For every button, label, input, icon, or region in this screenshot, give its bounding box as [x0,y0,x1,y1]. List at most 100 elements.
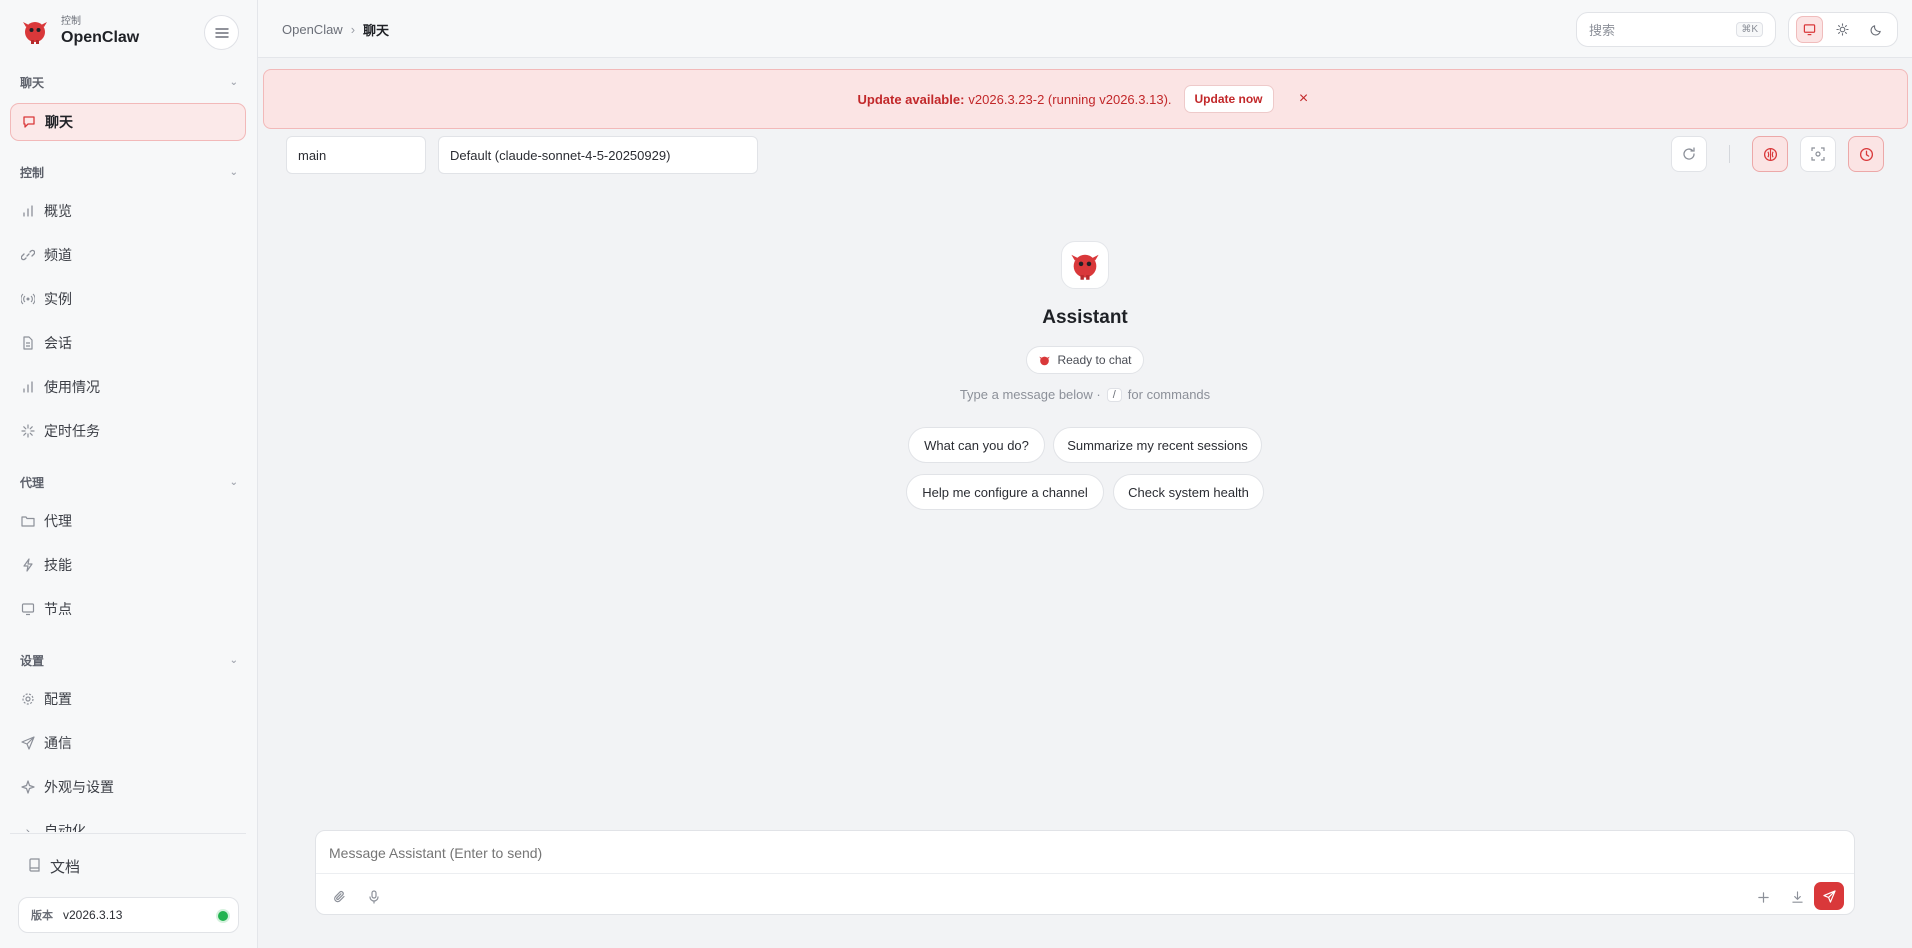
topbar: OpenClaw › 聊天 搜索 ⌘K [258,0,1912,58]
update-banner-version: v2026.3.23-2 (running v2026.3.13). [968,91,1172,107]
session-select[interactable]: main [286,136,426,174]
sidebar-item-label: 通信 [44,735,72,751]
suggestion-chip[interactable]: Help me configure a channel [906,474,1104,510]
attach-button[interactable] [327,884,353,910]
model-select[interactable]: Default (claude-sonnet-4-5-20250929) [438,136,758,174]
brand-name: OpenClaw [61,28,140,46]
new-session-button[interactable] [1750,884,1776,910]
bar-chart-icon [20,379,36,395]
sidebar-item-automation[interactable]: › 自动化 [10,812,246,832]
section-label: 代理 [20,475,45,490]
sidebar-divider [10,833,246,834]
sidebar-item-sessions[interactable]: 会话 [10,324,246,362]
sidebar-item-label: 定时任务 [44,423,100,439]
sidebar-item-label: 自动化 [44,823,86,832]
sidebar-item-communication[interactable]: 通信 [10,724,246,762]
microphone-icon [369,890,379,904]
clock-icon [1859,147,1873,161]
sidebar-item-config[interactable]: 配置 [10,680,246,718]
download-icon [1791,890,1803,903]
breadcrumb-root[interactable]: OpenClaw [282,22,343,37]
sidebar-item-label: 技能 [44,557,72,573]
brand[interactable]: 控制 OpenClaw [18,14,139,48]
send-button[interactable] [1814,882,1844,910]
update-banner: Update available: v2026.3.23-2 (running … [263,69,1908,129]
sidebar-item-chat[interactable]: 聊天 [10,103,246,141]
send-icon [20,735,36,751]
sidebar-item-label: 外观与设置 [44,779,114,795]
close-icon[interactable]: × [1294,90,1314,108]
download-button[interactable] [1784,884,1810,910]
assistant-avatar [1061,241,1109,289]
focus-icon [1811,147,1825,161]
hint-key: / [1106,387,1122,402]
folder-icon [20,513,36,529]
refresh-button[interactable] [1671,136,1707,172]
gear-icon [20,691,36,707]
sidebar-overflow-clip: › 自动化 [10,812,246,832]
section-label: 聊天 [20,75,45,90]
sidebar-item-label: 代理 [44,513,72,529]
suggestion-chip[interactable]: Summarize my recent sessions [1053,427,1262,463]
suggestion-chip[interactable]: Check system health [1113,474,1264,510]
theme-system-button[interactable] [1796,16,1824,43]
theme-light-button[interactable] [1829,16,1856,43]
sidebar-item-label: 聊天 [45,114,73,130]
status-text: Ready to chat [1057,353,1132,367]
sidebar-item-usage[interactable]: 使用情况 [10,368,246,406]
toolbar-divider [1729,145,1730,163]
history-button[interactable] [1848,136,1884,172]
version-label: 版本 [31,910,53,922]
bar-chart-icon [20,203,36,219]
sidebar-item-instances[interactable]: 实例 [10,280,246,318]
sidebar-item-skills[interactable]: 技能 [10,546,246,584]
assistant-title: Assistant [1042,307,1128,328]
search-input[interactable]: 搜索 ⌘K [1576,12,1776,47]
document-icon [20,335,36,351]
sidebar-item-channels[interactable]: 频道 [10,236,246,274]
sidebar-item-nodes[interactable]: 节点 [10,590,246,628]
openclaw-logo-icon [1071,254,1099,280]
section-label: 控制 [20,165,45,180]
voice-input-button[interactable] [361,884,387,910]
docs-label: 文档 [50,859,81,876]
status-badge: Ready to chat [1026,346,1144,374]
refresh-icon [1683,147,1695,160]
message-composer [315,830,1855,915]
theme-dark-button[interactable] [1863,16,1890,43]
version-value: v2026.3.13 [63,908,123,922]
send-icon [1822,889,1836,903]
sidebar-item-label: 会话 [44,335,72,351]
hint-after: for commands [1127,387,1211,402]
section-control[interactable]: 控制 ⌄ [20,163,238,181]
search-shortcut: ⌘K [1736,22,1763,37]
breadcrumb: OpenClaw › 聊天 [282,20,389,39]
chevron-down-icon: ⌄ [229,76,238,88]
thinking-toggle-button[interactable] [1752,136,1788,172]
chevron-down-icon: ⌄ [229,166,238,178]
section-settings[interactable]: 设置 ⌄ [20,651,238,669]
sidebar-toggle-button[interactable] [204,15,239,50]
section-chat[interactable]: 聊天 ⌄ [20,73,238,91]
docs-link[interactable]: 文档 [28,856,80,877]
radio-icon [20,291,36,307]
update-now-button[interactable]: Update now [1183,85,1274,113]
sidebar-item-scheduled-tasks[interactable]: 定时任务 [10,412,246,450]
paperclip-icon [334,891,345,903]
focus-mode-button[interactable] [1800,136,1836,172]
book-icon [28,857,42,876]
sidebar-item-appearance[interactable]: 外观与设置 [10,768,246,806]
composer-divider [316,873,1854,874]
chevron-down-icon: ⌄ [229,476,238,488]
suggestion-chip[interactable]: What can you do? [908,427,1045,463]
sidebar-item-overview[interactable]: 概览 [10,192,246,230]
moon-icon [1870,25,1881,36]
status-dot [218,911,228,921]
sidebar-item-agents[interactable]: 代理 [10,502,246,540]
sidebar-item-label: 实例 [44,291,72,307]
brain-icon [1763,147,1777,161]
section-agents[interactable]: 代理 ⌄ [20,473,238,491]
openclaw-logo-icon [18,14,52,48]
message-input[interactable] [329,845,1829,861]
sun-icon [1836,23,1850,36]
